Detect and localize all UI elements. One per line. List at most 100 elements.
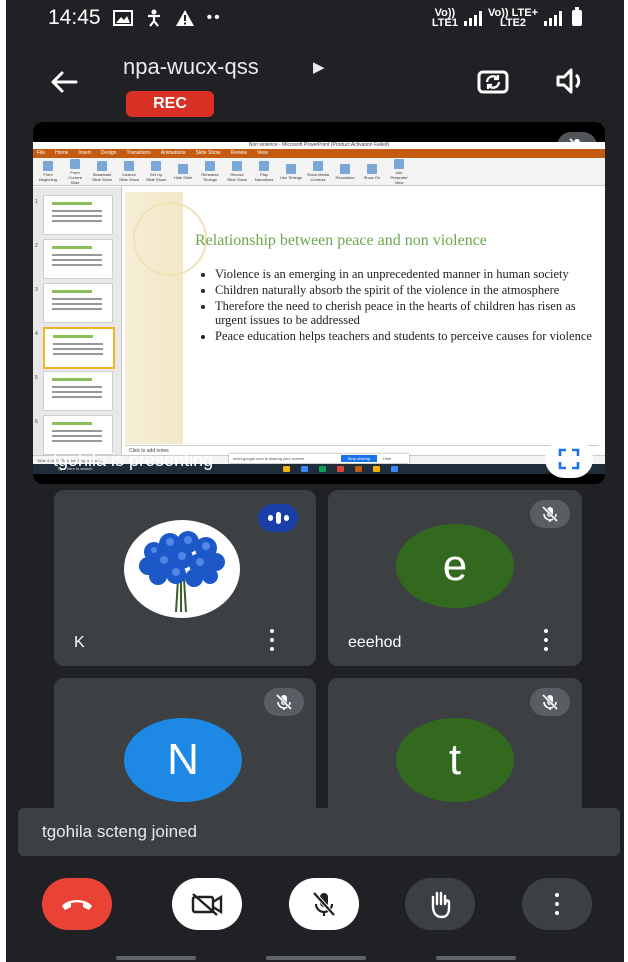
nav-pill [436, 956, 516, 960]
slide-bullet: Peace education helps teachers and stude… [215, 329, 595, 343]
slide-bullet: Violence is an emerging in an unpreceden… [215, 267, 595, 281]
screen-share-view[interactable]: Non violence - Microsoft PowerPoint (Pro… [33, 122, 605, 484]
mic-off-icon [275, 693, 293, 711]
status-bar-left: 14:45 •• [48, 6, 222, 30]
taskbar-app-icon [355, 466, 362, 472]
phone-screen: 14:45 •• Vo)) LTE1 Vo)) LTE+ LTE2 npa-wucx… [6, 0, 624, 962]
ppt-tab: Animations [160, 150, 186, 156]
end-call-icon [62, 900, 92, 910]
taskbar-app-icon [301, 466, 308, 472]
ppt-tab: Insert [78, 150, 91, 156]
blue-roses-image [139, 531, 225, 613]
stop-sharing-button[interactable]: Stop sharing [341, 455, 377, 462]
more-options-button[interactable] [522, 878, 592, 930]
thumb-number: 1 [35, 199, 38, 205]
more-dots-icon: •• [206, 9, 222, 26]
mic-toggle-button[interactable] [289, 878, 359, 930]
ppt-tab: Review [230, 150, 247, 156]
meeting-header: npa-wucx-qss ▶ REC [6, 40, 624, 120]
thumb-number: 5 [35, 375, 38, 381]
slide-thumbnail [43, 195, 113, 235]
slide-bullets: Violence is an emerging in an unpreceden… [201, 267, 595, 345]
taskbar-app-icon [337, 466, 344, 472]
signal-1-icon [463, 10, 482, 26]
ppt-tab: Home [55, 150, 69, 156]
muted-badge [530, 500, 570, 528]
taskbar-app-icon [283, 466, 290, 472]
slide-bullet: Therefore the need to cherish peace in t… [215, 299, 595, 327]
signal-2-icon [544, 10, 562, 26]
current-slide: Relationship between peace and non viole… [125, 192, 599, 444]
ppt-ribbon-item: From Beginning [37, 161, 59, 182]
ppt-ribbon-item: Show Media Controls [307, 161, 329, 182]
ppt-ribbon-item: Show On [361, 164, 383, 180]
mic-off-icon [312, 891, 336, 917]
fullscreen-icon [558, 448, 580, 470]
ppt-ribbon-item: Resolution [334, 164, 356, 180]
ppt-ribbon-item: Rehearse Timings [199, 161, 221, 182]
camera-toggle-button[interactable] [172, 878, 242, 930]
raise-hand-button[interactable] [405, 878, 475, 930]
taskbar-app-icon [319, 466, 326, 472]
speaking-indicator-icon [258, 504, 298, 532]
ppt-ribbon-item: Record Slide Show [226, 161, 248, 182]
warning-icon [175, 10, 194, 26]
avatar-initial-t: t [396, 718, 514, 802]
switch-camera-icon[interactable] [476, 64, 510, 98]
slide-thumbnail [43, 371, 113, 411]
ppt-ribbon-item: Set Up Slide Show [145, 161, 167, 182]
hide-button[interactable]: Hide [383, 454, 391, 463]
ppt-tab: Slide Show [195, 150, 221, 156]
slide-decoration [125, 192, 207, 444]
thumb-number: 3 [35, 287, 38, 293]
nav-pill [266, 956, 366, 960]
ppt-ribbon: From Beginning From Current Slide Broadcas… [33, 158, 605, 186]
participant-name: eeehod [348, 634, 402, 651]
thumb-number: 2 [35, 243, 38, 249]
more-vert-icon[interactable] [268, 629, 276, 651]
ppt-ribbon-item: From Current Slide [64, 159, 86, 185]
participant-name: K [74, 634, 85, 651]
fullscreen-button[interactable] [545, 440, 593, 478]
meeting-code[interactable]: npa-wucx-qss [123, 54, 259, 80]
sim2-bottom: LTE2 [499, 17, 527, 29]
ppt-tab: File [37, 150, 46, 156]
meeting-info-arrow-icon[interactable]: ▶ [313, 58, 325, 76]
sharing-notice-text: meet.google.com is sharing your screen. [233, 456, 306, 461]
ppt-tab: Design [100, 150, 117, 156]
slide-thumbnail [43, 239, 113, 279]
avatar-roses-photo [124, 520, 240, 618]
camera-off-icon [191, 893, 223, 916]
powerpoint-window: Non violence - Microsoft PowerPoint (Pro… [33, 142, 605, 474]
sim1-label: Vo)) LTE1 [431, 8, 458, 29]
more-vert-icon [553, 893, 561, 915]
ppt-ribbon-item: Custom Slide Show [118, 161, 140, 182]
nav-pill [116, 956, 196, 960]
participant-tile-t[interactable]: t [328, 678, 582, 818]
more-vert-icon[interactable] [542, 629, 550, 651]
participant-tile-eeehod[interactable]: e eeehod [328, 490, 582, 666]
ppt-tab: Transitions [126, 150, 151, 156]
thumb-number: 4 [35, 331, 38, 337]
ppt-ribbon-item: Hide Slide [172, 164, 194, 180]
taskbar-app-icon [373, 466, 380, 472]
back-arrow-icon[interactable] [46, 64, 82, 100]
ppt-ribbon-tabs: File Home Insert Design Transitions Animation… [33, 149, 605, 158]
status-bar-right: Vo)) LTE1 Vo)) LTE+ LTE2 [431, 7, 582, 29]
ppt-ribbon-item: Use Timings [280, 164, 302, 180]
slide-thumbnail-selected [43, 327, 115, 369]
speaker-icon[interactable] [554, 64, 588, 98]
join-notification-toast: tgohila scteng joined [18, 808, 620, 856]
mic-off-icon [541, 693, 559, 711]
clock: 14:45 [48, 6, 101, 29]
end-call-button[interactable] [42, 878, 112, 930]
avatar-initial-n: N [124, 718, 242, 802]
ppt-ribbon-item: Use Presenter View [388, 159, 410, 185]
sim1-bottom: LTE1 [431, 17, 458, 29]
ppt-ribbon-item: Broadcast Slide Show [91, 161, 113, 182]
sim2-label: Vo)) LTE+ LTE2 [488, 8, 538, 29]
battery-icon [572, 7, 582, 26]
image-icon [112, 10, 133, 26]
participant-tile-k[interactable]: K [54, 490, 316, 666]
participant-tile-n[interactable]: N [54, 678, 316, 818]
